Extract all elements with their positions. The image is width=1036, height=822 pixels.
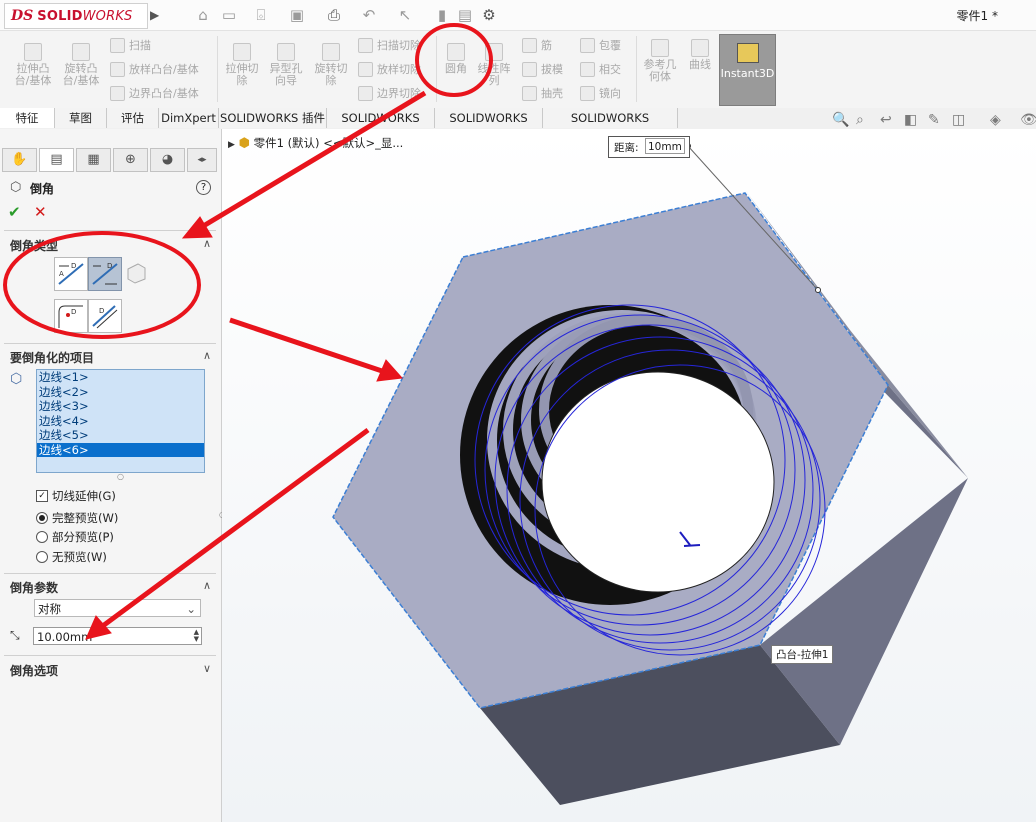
nut-model-viewport bbox=[3, 23, 968, 805]
hole-far-opening bbox=[541, 371, 775, 593]
feature-tooltip: 凸台-拉伸1 bbox=[771, 645, 834, 664]
distance-callout[interactable]: 距离: 10mm bbox=[608, 136, 690, 158]
leader-handle[interactable] bbox=[815, 287, 821, 293]
distance-callout-input[interactable]: 10mm bbox=[645, 138, 685, 154]
annotation-circle bbox=[415, 23, 493, 97]
annotation-circle bbox=[3, 231, 201, 339]
